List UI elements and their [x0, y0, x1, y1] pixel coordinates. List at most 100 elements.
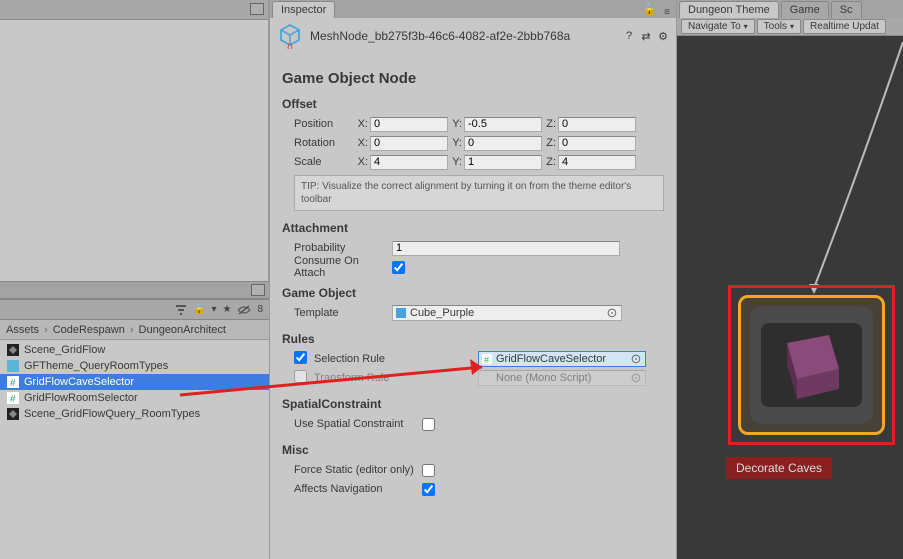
hidden-count: 8	[255, 304, 265, 315]
viewport[interactable]: Decorate Caves	[677, 36, 903, 559]
project-toolbar: 🔒 ▾ ★ 8	[0, 300, 269, 320]
theme-asset-icon	[6, 359, 20, 373]
consume-checkbox[interactable]	[392, 261, 405, 274]
axis-x: X:	[354, 118, 368, 130]
position-y-input[interactable]	[464, 117, 542, 132]
dropdown-icon[interactable]: ▾	[209, 304, 218, 315]
forcestatic-label: Force Static (editor only)	[282, 464, 422, 476]
affectsnav-label: Affects Navigation	[282, 483, 422, 495]
script-icon: #	[6, 391, 20, 405]
theme-toolbar: Navigate To▾ Tools▾ Realtime Updat	[677, 18, 903, 36]
rotation-label: Rotation	[282, 137, 354, 149]
hierarchy-panel	[0, 0, 269, 281]
asset-list: Scene_GridFlow GFTheme_QueryRoomTypes # …	[0, 340, 269, 424]
dock-icon[interactable]	[251, 284, 265, 296]
breadcrumb-item[interactable]: DungeonArchitect	[137, 324, 228, 336]
scale-label: Scale	[282, 156, 354, 168]
transform-rule-checkbox[interactable]	[294, 370, 307, 383]
tab-inspector[interactable]: Inspector	[272, 1, 335, 18]
scale-y-input[interactable]	[464, 155, 542, 170]
selection-rule-label: Selection Rule	[314, 353, 478, 365]
selection-rule-checkbox[interactable]	[294, 351, 307, 364]
unity-scene-icon	[6, 407, 20, 421]
asset-label: GridFlowRoomSelector	[24, 392, 138, 404]
inspector-header: {} MeshNode_bb275f3b-46c6-4082-af2e-2bbb…	[270, 18, 676, 54]
object-name: MeshNode_bb275f3b-46c6-4082-af2e-2bbb768…	[310, 29, 616, 43]
object-picker-icon: ⊙	[629, 371, 643, 385]
cube-icon	[395, 307, 407, 319]
gear-icon[interactable]: ⚙	[656, 29, 670, 43]
template-label: Template	[282, 307, 392, 319]
scale-z-input[interactable]	[558, 155, 636, 170]
position-x-input[interactable]	[370, 117, 448, 132]
svg-text:#: #	[10, 378, 16, 388]
object-picker-icon[interactable]: ⊙	[605, 306, 619, 320]
position-z-input[interactable]	[558, 117, 636, 132]
breadcrumb[interactable]: Assets › CodeRespawn › DungeonArchitect	[0, 320, 269, 340]
gameobject-title: Game Object	[282, 286, 664, 300]
help-icon[interactable]: ?	[622, 29, 636, 43]
prefab-icon: {}	[276, 22, 304, 50]
rotation-x-input[interactable]	[370, 136, 448, 151]
axis-z: Z:	[542, 118, 556, 130]
rotation-y-input[interactable]	[464, 136, 542, 151]
filter-icon[interactable]	[173, 304, 189, 316]
inspector-panel: Inspector 🔒 ≡ {} MeshNode_bb275f3b-46c6-…	[269, 0, 677, 559]
svg-text:#: #	[10, 394, 16, 404]
scale-x-input[interactable]	[370, 155, 448, 170]
tab-dungeon-theme[interactable]: Dungeon Theme	[679, 1, 779, 18]
tab-scene[interactable]: Sc	[831, 1, 862, 18]
rotation-z-input[interactable]	[558, 136, 636, 151]
tools-dropdown[interactable]: Tools▾	[757, 19, 801, 34]
asset-label: GridFlowCaveSelector	[24, 376, 134, 388]
asset-item[interactable]: Scene_GridFlowQuery_RoomTypes	[0, 406, 269, 422]
dock-icon[interactable]	[250, 3, 264, 15]
tab-game[interactable]: Game	[781, 1, 829, 18]
preset-icon[interactable]: ⇄	[639, 29, 653, 43]
realtime-toggle[interactable]: Realtime Updat	[803, 19, 886, 34]
object-picker-icon[interactable]: ⊙	[629, 352, 643, 366]
offset-title: Offset	[282, 97, 664, 111]
unity-scene-icon	[6, 343, 20, 357]
asset-label: Scene_GridFlowQuery_RoomTypes	[24, 408, 200, 420]
asset-label: Scene_GridFlow	[24, 344, 105, 356]
spatial-label: Use Spatial Constraint	[282, 418, 422, 430]
connection-curve	[677, 36, 903, 316]
svg-text:{}: {}	[287, 42, 293, 49]
affectsnav-checkbox[interactable]	[422, 483, 435, 496]
consume-label: Consume On Attach	[282, 255, 392, 279]
misc-title: Misc	[282, 443, 664, 457]
attachment-title: Attachment	[282, 221, 664, 235]
breadcrumb-item[interactable]: CodeRespawn	[51, 324, 127, 336]
script-icon: #	[6, 375, 20, 389]
transform-rule-label: Transform Rule	[314, 372, 478, 384]
asset-item[interactable]: # GridFlowCaveSelector	[0, 374, 269, 390]
inspector-tabs: Inspector 🔒 ≡	[270, 0, 676, 18]
template-field[interactable]: Cube_Purple ⊙	[392, 305, 622, 321]
selection-rule-field[interactable]: # GridFlowCaveSelector ⊙	[478, 351, 646, 367]
transform-rule-field: None (Mono Script) ⊙	[478, 370, 646, 386]
asset-item[interactable]: Scene_GridFlow	[0, 342, 269, 358]
cube-preview-icon	[767, 325, 857, 405]
node-label[interactable]: Decorate Caves	[726, 457, 832, 479]
tip-box: TIP: Visualize the correct alignment by …	[294, 175, 664, 211]
asset-item[interactable]: GFTheme_QueryRoomTypes	[0, 358, 269, 374]
lock-icon[interactable]: 🔒	[640, 1, 658, 18]
asset-label: GFTheme_QueryRoomTypes	[24, 360, 168, 372]
probability-input[interactable]	[392, 241, 620, 256]
breadcrumb-item[interactable]: Assets	[4, 324, 41, 336]
inspector-body: Game Object Node Offset Position X: Y: Z…	[270, 54, 676, 559]
menu-icon[interactable]: ≡	[662, 7, 672, 18]
spatial-checkbox[interactable]	[422, 418, 435, 431]
theme-editor-panel: Dungeon Theme Game Sc Navigate To▾ Tools…	[677, 0, 903, 559]
asset-item[interactable]: # GridFlowRoomSelector	[0, 390, 269, 406]
star-icon[interactable]: ★	[220, 304, 233, 315]
position-label: Position	[282, 118, 354, 130]
lock-icon[interactable]: 🔒	[191, 304, 207, 315]
probability-label: Probability	[282, 242, 392, 254]
forcestatic-checkbox[interactable]	[422, 464, 435, 477]
rules-title: Rules	[282, 332, 664, 346]
hidden-icon[interactable]	[235, 304, 253, 316]
svg-text:#: #	[484, 355, 489, 364]
navigate-dropdown[interactable]: Navigate To▾	[681, 19, 755, 34]
